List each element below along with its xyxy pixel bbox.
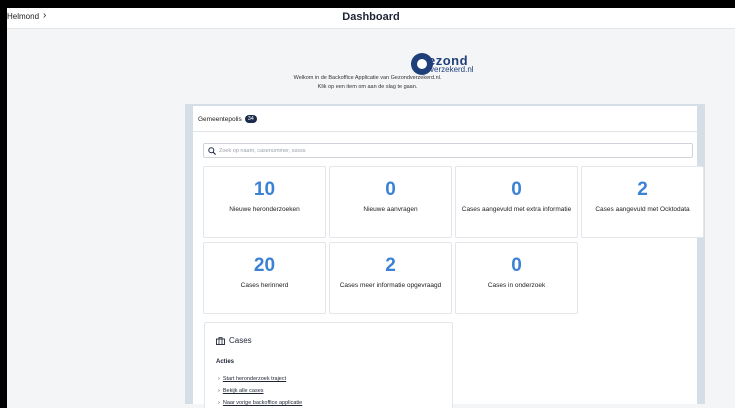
- link-label: Start heronderzoek traject: [222, 376, 287, 382]
- welcome-text-line-1: Welkom in de Backoffice Applicatie van G…: [293, 75, 442, 81]
- tile-label: Nieuwe heronderzoeken: [229, 206, 300, 213]
- tile-label: Cases meer informatie opgevraagd: [339, 282, 442, 289]
- search-icon: [208, 147, 216, 155]
- briefcase-icon: [216, 336, 225, 345]
- tab-label: Gemeentepolis: [198, 115, 242, 123]
- tab-gemeentepolis[interactable]: Gemeentepolis 34: [198, 115, 257, 123]
- link-bekijk-alle-cases[interactable]: › Bekijk alle cases: [218, 388, 264, 394]
- tile-count: 20: [253, 255, 276, 276]
- actions-heading: Acties: [216, 359, 235, 365]
- top-bar: Helmond › Dashboard: [7, 8, 735, 29]
- app-window: Helmond › Dashboard ezond verzekerd.nl W…: [7, 8, 735, 408]
- tile-count: 2: [637, 179, 648, 200]
- dashboard-card: Gemeentepolis 34 10 Nieuwe heronderzoeke…: [185, 104, 705, 408]
- tile-nieuwe-aanvragen[interactable]: 0 Nieuwe aanvragen: [329, 166, 452, 238]
- link-vorige-backoffice[interactable]: › Naar vorige backoffice applicatie: [218, 400, 302, 406]
- tile-cases-in-onderzoek[interactable]: 0 Cases in onderzoek: [455, 242, 578, 314]
- chevron-right-icon: ›: [218, 376, 220, 382]
- tile-cases-aangevuld-extra-informatie[interactable]: 0 Cases aangevuld met extra informatie: [455, 166, 578, 238]
- tile-label: Cases aangevuld met extra informatie: [461, 206, 572, 213]
- tile-cases-aangevuld-ocktodata[interactable]: 2 Cases aangevuld met Ocktodata: [581, 166, 704, 238]
- tile-cases-herinnerd[interactable]: 20 Cases herinnerd: [203, 242, 326, 314]
- tab-bar: Gemeentepolis 34: [193, 106, 697, 132]
- cases-panel: Cases Acties › Start heronderzoek trajec…: [204, 322, 453, 408]
- cases-header: Cases: [216, 336, 252, 345]
- welcome-text-line-2: Klik op een item om aan de slag te gaan.: [317, 84, 418, 90]
- link-label: Bekijk alle cases: [222, 388, 264, 394]
- tile-label: Cases aangevuld met Ocktodata: [595, 206, 690, 213]
- tile-count: 0: [511, 255, 522, 276]
- tile-nieuwe-heronderzoeken[interactable]: 10 Nieuwe heronderzoeken: [203, 166, 326, 238]
- tile-label: Cases in onderzoek: [487, 282, 546, 289]
- search-input[interactable]: [219, 146, 679, 156]
- tile-cases-meer-informatie-opgevraagd[interactable]: 2 Cases meer informatie opgevraagd: [329, 242, 452, 314]
- page-title: Dashboard: [342, 11, 400, 23]
- tile-label: Cases herinnerd: [240, 282, 289, 289]
- tile-count: 10: [253, 179, 276, 200]
- tile-count: 0: [385, 179, 396, 200]
- count-badge: 34: [244, 115, 257, 123]
- chevron-right-icon: ›: [218, 388, 220, 394]
- tile-count: 0: [511, 179, 522, 200]
- search-box: [203, 143, 693, 158]
- tile-count: 2: [385, 255, 396, 276]
- cases-title: Cases: [229, 336, 252, 345]
- logo-word-bottom: verzekerd.nl: [430, 65, 474, 74]
- link-start-heronderzoek[interactable]: › Start heronderzoek traject: [218, 376, 286, 382]
- chevron-right-icon: ›: [218, 400, 220, 406]
- link-label: Naar vorige backoffice applicatie: [222, 400, 303, 406]
- tile-label: Nieuwe aanvragen: [363, 206, 418, 213]
